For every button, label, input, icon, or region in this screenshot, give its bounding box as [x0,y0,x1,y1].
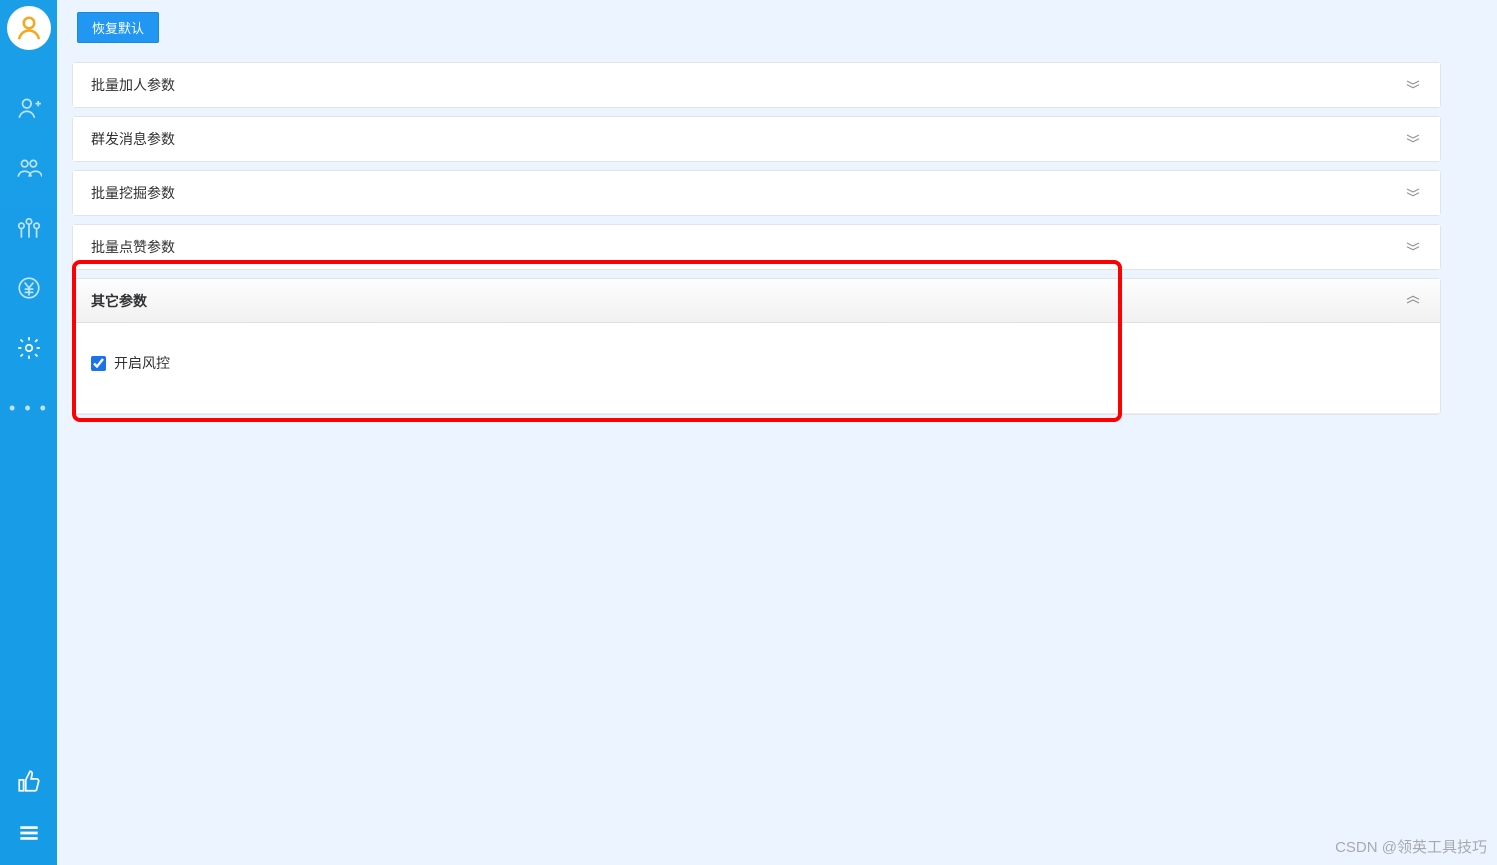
sidebar-item-more[interactable]: • • • [0,378,57,438]
panel-header-other[interactable]: 其它参数 [73,279,1440,323]
menu-icon [16,820,42,846]
sidebar-item-add-user[interactable] [0,78,57,138]
panel-title: 其它参数 [91,291,147,311]
topbar: 恢复默认 [57,0,1497,48]
sidebar-item-contacts[interactable] [0,138,57,198]
panel-title: 批量挖掘参数 [91,183,175,203]
chevron-down-icon [1404,77,1422,93]
panel-header-batch-like[interactable]: 批量点赞参数 [73,225,1440,269]
panel-mass-message: 群发消息参数 [72,116,1441,162]
gear-icon [16,335,42,361]
risk-control-row[interactable]: 开启风控 [91,353,1422,373]
sidebar-item-currency[interactable] [0,258,57,318]
panel-body-other: 开启风控 [73,323,1440,414]
user-icon [14,13,44,43]
chevron-down-icon [1404,185,1422,201]
panel-batch-mine: 批量挖掘参数 [72,170,1441,216]
sidebar-item-thumbs[interactable] [0,755,57,807]
sidebar-item-group[interactable] [0,198,57,258]
user-plus-icon [16,95,42,121]
content-area: 批量加人参数 群发消息参数 批量挖掘参数 批量点赞参数 [72,62,1441,845]
dots-icon: • • • [9,398,48,419]
panel-title: 批量加人参数 [91,75,175,95]
panel-title: 批量点赞参数 [91,237,175,257]
panel-batch-like: 批量点赞参数 [72,224,1441,270]
chevron-down-icon [1404,131,1422,147]
sidebar: • • • [0,0,57,865]
panel-title: 群发消息参数 [91,129,175,149]
users-icon [16,155,42,181]
restore-default-button[interactable]: 恢复默认 [77,12,159,43]
sidebar-item-menu[interactable] [0,807,57,859]
panel-header-mass-message[interactable]: 群发消息参数 [73,117,1440,161]
panel-header-batch-mine[interactable]: 批量挖掘参数 [73,171,1440,215]
panel-batch-add: 批量加人参数 [72,62,1441,108]
chevron-down-icon [1404,239,1422,255]
risk-control-checkbox[interactable] [91,356,106,371]
group-icon [16,215,42,241]
panel-other: 其它参数 开启风控 [72,278,1441,415]
thumbs-up-icon [16,768,42,794]
sidebar-item-settings[interactable] [0,318,57,378]
panel-header-batch-add[interactable]: 批量加人参数 [73,63,1440,107]
avatar[interactable] [7,6,51,50]
yen-circle-icon [16,275,42,301]
risk-control-label: 开启风控 [114,353,170,373]
chevron-up-icon [1404,293,1422,309]
